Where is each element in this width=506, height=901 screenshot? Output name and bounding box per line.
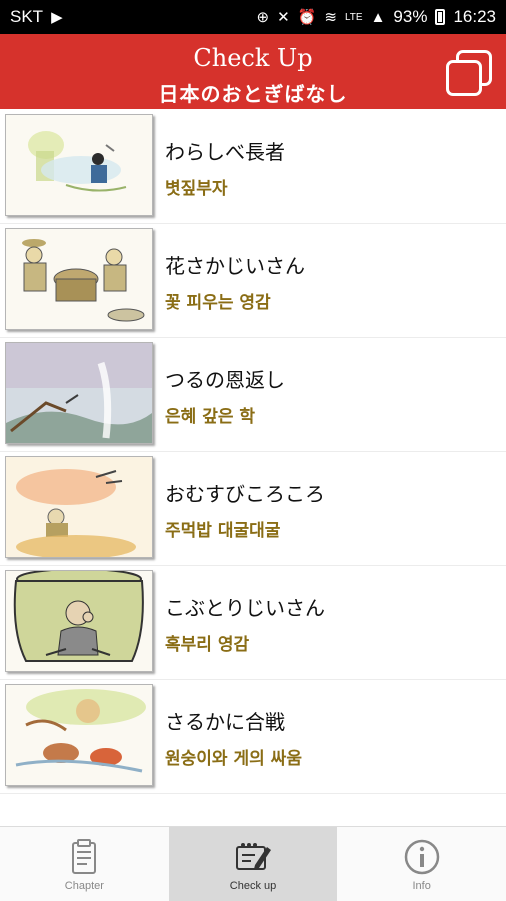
story-title-jp: わらしべ長者 bbox=[165, 140, 285, 164]
story-item-hanasaka[interactable]: 花さかじいさん 꽃 피우는 영감 bbox=[0, 224, 506, 338]
status-bar: SKT ▶ ⊕ ✕ ⏰ ≋ LTE ▲ 93% 16:23 bbox=[0, 0, 506, 34]
story-thumbnail bbox=[5, 684, 153, 786]
wifi-calling-icon: ≋ bbox=[324, 9, 337, 26]
story-list: わらしべ長者 볏짚부자 花さかじいさん 꽃 피우는 영감 つるの恩返し 은혜 갚… bbox=[0, 110, 506, 794]
story-title-jp: さるかに合戦 bbox=[165, 710, 285, 734]
tab-info-label: Info bbox=[412, 880, 431, 892]
story-title-jp: 花さかじいさん bbox=[165, 254, 305, 278]
tsuru-illustration bbox=[6, 343, 152, 443]
battery-percent: 93% bbox=[393, 7, 428, 26]
sarukani-illustration bbox=[15, 689, 146, 773]
bottom-tab-bar: Chapter Check up Info bbox=[0, 826, 506, 901]
omusubi-illustration bbox=[6, 457, 152, 557]
mute-icon: ✕ bbox=[277, 9, 290, 26]
story-title-kr: 주먹밥 대굴대굴 bbox=[165, 521, 281, 541]
tab-checkup[interactable]: Check up bbox=[168, 827, 338, 901]
story-title-jp: おむすびころころ bbox=[165, 482, 325, 506]
info-icon bbox=[404, 839, 439, 875]
story-item-tsuru[interactable]: つるの恩返し 은혜 갚은 학 bbox=[0, 338, 506, 452]
story-title-kr: 볏짚부자 bbox=[165, 179, 228, 199]
tab-info[interactable]: Info bbox=[337, 827, 506, 901]
header-subtitle: 日本のおとぎばなし bbox=[158, 82, 348, 106]
story-item-kobutori[interactable]: こぶとりじいさん 혹부리 영감 bbox=[0, 566, 506, 680]
header-title: Check Up bbox=[193, 44, 313, 72]
story-title-kr: 꽃 피우는 영감 bbox=[165, 293, 271, 313]
app-header: Check Up 日本のおとぎばなし bbox=[0, 34, 506, 109]
tab-chapter[interactable]: Chapter bbox=[0, 827, 169, 901]
tab-checkup-label: Check up bbox=[229, 880, 277, 892]
story-title-jp: つるの恩返し bbox=[165, 368, 285, 392]
story-thumbnail bbox=[5, 570, 153, 672]
story-title-kr: 원숭이와 게의 싸움 bbox=[165, 749, 302, 769]
story-title-jp: こぶとりじいさん bbox=[165, 596, 325, 620]
story-thumbnail bbox=[5, 456, 153, 558]
signal-icon: ▲ bbox=[370, 8, 386, 26]
story-thumbnail bbox=[5, 114, 153, 216]
hanasaka-illustration bbox=[22, 239, 145, 322]
clipboard-icon bbox=[72, 839, 97, 874]
alarm-icon: ⏰ bbox=[297, 9, 317, 26]
tab-chapter-label: Chapter bbox=[64, 880, 104, 892]
story-thumbnail bbox=[5, 342, 153, 444]
story-title-kr: 혹부리 영감 bbox=[165, 635, 250, 655]
clock: 16:23 bbox=[453, 7, 496, 26]
story-thumbnail bbox=[5, 228, 153, 330]
status-right: ⊕ ✕ ⏰ ≋ LTE ▲ 93% 16:23 bbox=[257, 7, 496, 27]
edit-icon bbox=[236, 843, 271, 870]
warashibe-illustration bbox=[28, 131, 127, 192]
sync-icon: ⊕ bbox=[256, 9, 270, 26]
window-switch-front-square bbox=[446, 60, 482, 96]
lte-icon: LTE bbox=[344, 11, 363, 23]
story-item-sarukani[interactable]: さるかに合戦 원숭이와 게의 싸움 bbox=[0, 680, 506, 794]
story-title-kr: 은혜 갚은 학 bbox=[165, 407, 256, 427]
battery-icon bbox=[435, 9, 446, 25]
story-item-omusubi[interactable]: おむすびころころ 주먹밥 대굴대굴 bbox=[0, 452, 506, 566]
status-left: SKT ▶ bbox=[10, 7, 63, 27]
window-switch-icon[interactable] bbox=[444, 48, 494, 96]
kobutori-illustration bbox=[13, 571, 144, 662]
carrier-label: SKT bbox=[10, 7, 44, 26]
story-item-warashibe[interactable]: わらしべ長者 볏짚부자 bbox=[0, 110, 506, 224]
notification-icon: ▶ bbox=[51, 9, 63, 26]
